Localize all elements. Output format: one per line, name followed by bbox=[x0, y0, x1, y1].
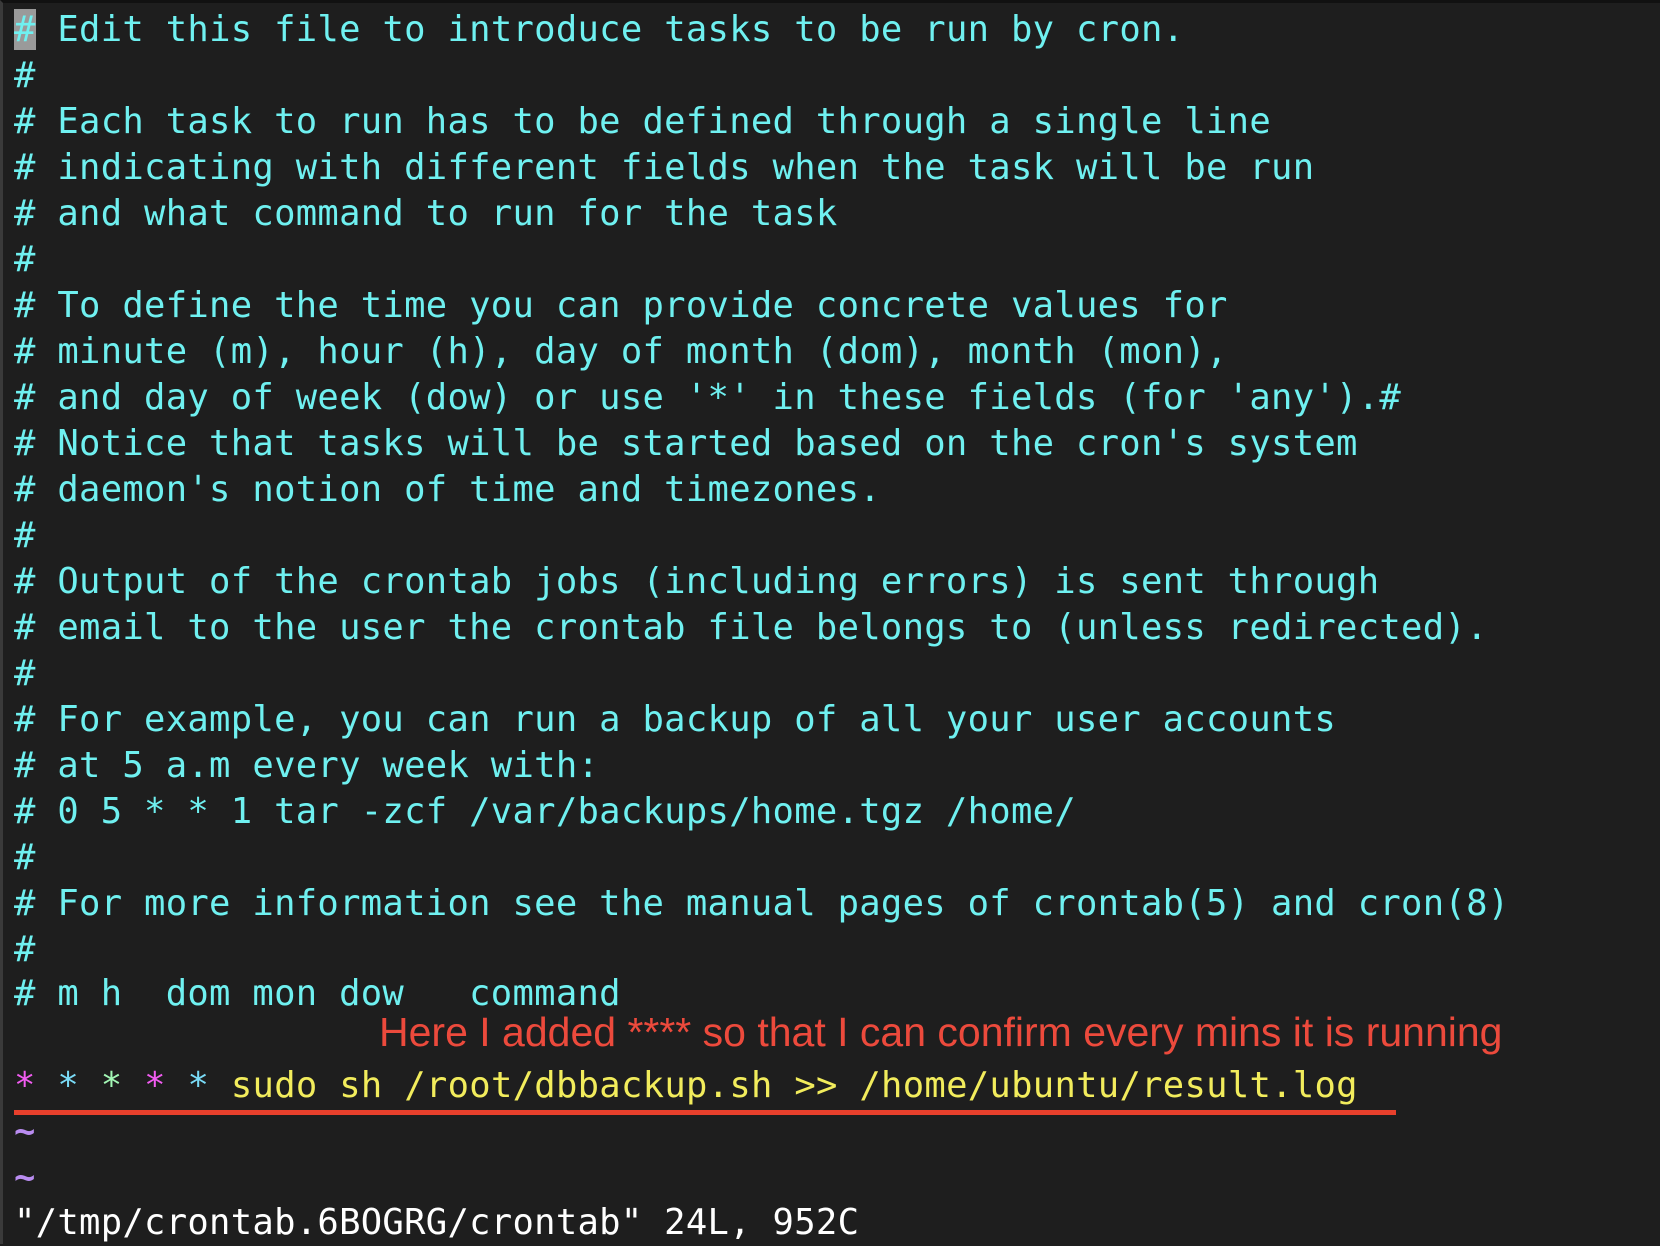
terminal-window: # Edit this file to introduce tasks to b… bbox=[0, 0, 1660, 1244]
cron-month-field: * bbox=[144, 1065, 166, 1106]
editor-line[interactable]: # and day of week (dow) or use '*' in th… bbox=[14, 375, 1401, 421]
editor-line[interactable]: # at 5 a.m every week with: bbox=[14, 743, 599, 789]
annotation-note: Here I added **** so that I can confirm … bbox=[379, 1009, 1503, 1055]
editor-line[interactable]: # Output of the crontab jobs (including … bbox=[14, 559, 1379, 605]
editor-line[interactable]: # Notice that tasks will be started base… bbox=[14, 421, 1358, 467]
cron-command: sudo sh /root/dbbackup.sh >> /home/ubunt… bbox=[230, 1065, 1358, 1106]
editor-line[interactable]: # bbox=[14, 651, 36, 697]
editor-line[interactable]: # and what command to run for the task bbox=[14, 191, 838, 237]
editor-line[interactable]: # bbox=[14, 237, 36, 283]
cron-entry-line[interactable]: * * * * * sudo sh /root/dbbackup.sh >> /… bbox=[14, 1063, 1358, 1109]
editor-line[interactable]: # minute (m), hour (h), day of month (do… bbox=[14, 329, 1228, 375]
comment-text: Edit this file to introduce tasks to be … bbox=[35, 9, 1185, 50]
editor-line[interactable]: # To define the time you can provide con… bbox=[14, 283, 1228, 329]
empty-line-tilde: ~ bbox=[14, 1157, 36, 1198]
text-cursor: # bbox=[14, 9, 36, 50]
editor-line[interactable]: # bbox=[14, 927, 36, 973]
vim-status-line: "/tmp/crontab.6BOGRG/crontab" 24L, 952C bbox=[14, 1202, 860, 1243]
editor-line[interactable]: # email to the user the crontab file bel… bbox=[14, 605, 1488, 651]
editor-line[interactable]: # bbox=[14, 53, 36, 99]
cron-minute-field: * bbox=[14, 1065, 36, 1106]
editor-line[interactable]: # 0 5 * * 1 tar -zcf /var/backups/home.t… bbox=[14, 789, 1076, 835]
annotation-underline bbox=[14, 1110, 1396, 1115]
cron-hour-field: * bbox=[57, 1065, 80, 1106]
editor-line[interactable]: # For example, you can run a backup of a… bbox=[14, 697, 1336, 743]
editor-line[interactable]: # Each task to run has to be defined thr… bbox=[14, 99, 1271, 145]
cron-dow-field: * bbox=[187, 1065, 210, 1106]
editor-line[interactable]: # bbox=[14, 835, 36, 881]
editor-line[interactable]: # indicating with different fields when … bbox=[14, 145, 1314, 191]
empty-line-tilde: ~ bbox=[14, 1111, 36, 1152]
editor-line[interactable]: # daemon's notion of time and timezones. bbox=[14, 467, 881, 513]
editor-line[interactable]: # For more information see the manual pa… bbox=[14, 881, 1509, 927]
cron-dom-field: * bbox=[100, 1065, 123, 1106]
editor-line-1[interactable]: # Edit this file to introduce tasks to b… bbox=[14, 7, 1184, 53]
editor-line[interactable]: # bbox=[14, 513, 36, 559]
